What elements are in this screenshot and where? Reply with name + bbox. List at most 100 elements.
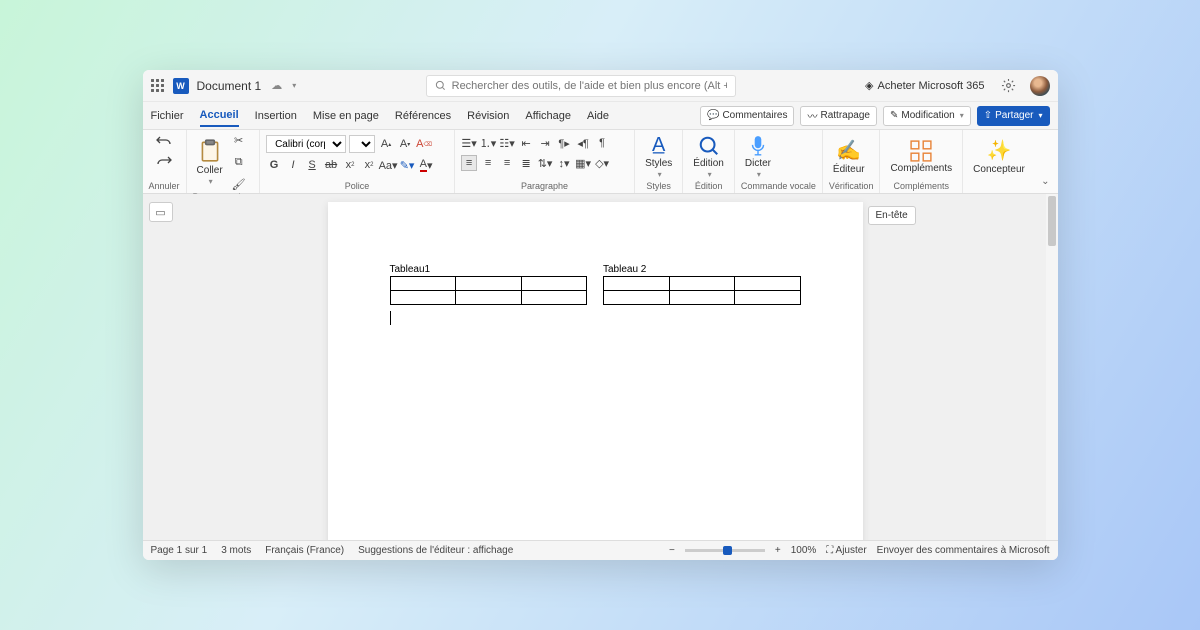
tab-actions: 💬Commentaires 〰Rattrapage ✎Modification▾… bbox=[700, 106, 1050, 126]
settings-gear-icon[interactable] bbox=[1001, 78, 1016, 93]
chevron-down-icon: ▾ bbox=[658, 170, 662, 179]
multilevel-icon[interactable]: ☷▾ bbox=[499, 135, 515, 151]
tab-mise-en-page[interactable]: Mise en page bbox=[313, 106, 379, 126]
bold-icon[interactable]: G bbox=[266, 157, 282, 173]
document-title[interactable]: Document 1 bbox=[197, 79, 262, 93]
editing-button[interactable]: Édition ▾ bbox=[689, 135, 728, 179]
chevron-down-icon: ▾ bbox=[1038, 111, 1042, 120]
ribbon-group-undo: Annuler bbox=[143, 130, 187, 193]
page-counter[interactable]: Page 1 sur 1 bbox=[151, 545, 208, 556]
catchup-button[interactable]: 〰Rattrapage bbox=[800, 106, 876, 126]
table-2[interactable] bbox=[603, 276, 801, 305]
titlebar: W Document 1 ☁ ▾ ◈ Acheter Microsoft 365 bbox=[143, 70, 1058, 102]
zoom-out-icon[interactable]: − bbox=[669, 545, 675, 556]
dictate-button[interactable]: Dicter ▾ bbox=[741, 135, 775, 179]
tab-accueil[interactable]: Accueil bbox=[200, 105, 239, 127]
header-tooltip[interactable]: En-tête bbox=[868, 206, 916, 225]
bullets-icon[interactable]: ☰▾ bbox=[461, 135, 477, 151]
share-button[interactable]: ⇧Partager▾ bbox=[977, 106, 1050, 126]
rtl-icon[interactable]: ◂¶ bbox=[575, 135, 591, 151]
tab-affichage[interactable]: Affichage bbox=[525, 106, 571, 126]
word-online-app: W Document 1 ☁ ▾ ◈ Acheter Microsoft 365… bbox=[143, 70, 1058, 560]
table1-title[interactable]: Tableau1 bbox=[390, 264, 588, 275]
justify-icon[interactable]: ≣ bbox=[518, 155, 534, 171]
table2-title[interactable]: Tableau 2 bbox=[603, 264, 801, 275]
underline-icon[interactable]: S bbox=[304, 157, 320, 173]
vertical-scrollbar[interactable] bbox=[1046, 194, 1058, 540]
undo-icon[interactable] bbox=[155, 132, 173, 150]
decrease-indent-icon[interactable]: ⇤ bbox=[518, 135, 534, 151]
text-cursor bbox=[390, 311, 391, 325]
numbering-icon[interactable]: ⒈▾ bbox=[480, 135, 496, 151]
paste-button[interactable]: Coller ▾ bbox=[193, 138, 227, 186]
word-count[interactable]: 3 mots bbox=[221, 545, 251, 556]
format-painter-icon[interactable]: 🖌 bbox=[231, 176, 247, 192]
app-launcher-icon[interactable] bbox=[151, 79, 165, 93]
document-area: ▭ Tableau1 Tableau 2 bbox=[143, 194, 1058, 540]
ribbon-group-voice: Dicter ▾ Commande vocale bbox=[735, 130, 823, 193]
superscript-icon[interactable]: x2 bbox=[361, 157, 377, 173]
designer-button[interactable]: ✨ Concepteur bbox=[969, 138, 1029, 175]
ribbon-group-check: ✍ Éditeur Vérification bbox=[823, 130, 881, 193]
scroll-thumb[interactable] bbox=[1048, 196, 1056, 246]
editing-mode-button[interactable]: ✎Modification▾ bbox=[883, 106, 971, 126]
cut-icon[interactable]: ✂ bbox=[231, 132, 247, 148]
editor-suggestions[interactable]: Suggestions de l'éditeur : affichage bbox=[358, 545, 513, 556]
zoom-in-icon[interactable]: + bbox=[775, 545, 781, 556]
editor-button[interactable]: ✍ Éditeur bbox=[829, 138, 869, 175]
tab-references[interactable]: Références bbox=[395, 106, 451, 126]
search-box[interactable] bbox=[426, 75, 736, 97]
addins-button[interactable]: Compléments bbox=[886, 140, 956, 174]
chevron-down-icon[interactable]: ▾ bbox=[292, 81, 296, 90]
search-input[interactable] bbox=[452, 80, 727, 92]
change-case-icon[interactable]: Aa▾ bbox=[380, 157, 396, 173]
table-1[interactable] bbox=[390, 276, 588, 305]
redo-icon[interactable] bbox=[155, 152, 173, 170]
search-icon bbox=[435, 80, 446, 91]
tab-aide[interactable]: Aide bbox=[587, 106, 609, 126]
feedback-link[interactable]: Envoyer des commentaires à Microsoft bbox=[877, 545, 1050, 556]
shading-icon[interactable]: ◇▾ bbox=[594, 155, 610, 171]
tables-container: Tableau1 Tableau 2 bbox=[390, 264, 801, 305]
font-color-icon[interactable]: A▾ bbox=[418, 157, 434, 173]
sort-icon[interactable]: ↕▾ bbox=[556, 155, 572, 171]
italic-icon[interactable]: I bbox=[285, 157, 301, 173]
grow-font-icon[interactable]: A▴ bbox=[378, 136, 394, 152]
font-name-select[interactable]: Calibri (corps) bbox=[266, 135, 346, 153]
highlight-icon[interactable]: ✎▾ bbox=[399, 157, 415, 173]
shrink-font-icon[interactable]: A▾ bbox=[397, 136, 413, 152]
zoom-slider[interactable] bbox=[685, 549, 765, 552]
fit-button[interactable]: ⛶ Ajuster bbox=[826, 545, 866, 556]
view-mode-switch[interactable]: ▭ bbox=[149, 202, 173, 222]
catchup-icon: 〰 bbox=[807, 108, 817, 123]
align-right-icon[interactable]: ≡ bbox=[499, 155, 515, 171]
clipboard-icon bbox=[197, 138, 223, 164]
comments-button[interactable]: 💬Commentaires bbox=[700, 106, 794, 126]
collapse-ribbon-icon[interactable]: ⌄ bbox=[1041, 176, 1049, 187]
align-left-icon[interactable]: ≡ bbox=[461, 155, 477, 171]
strikethrough-icon[interactable]: ab bbox=[323, 157, 339, 173]
document-page[interactable]: Tableau1 Tableau 2 bbox=[328, 202, 863, 540]
wand-icon: ✨ bbox=[987, 138, 1012, 163]
language-status[interactable]: Français (France) bbox=[265, 545, 344, 556]
tab-fichier[interactable]: Fichier bbox=[151, 106, 184, 126]
ribbon-group-editing: Édition ▾ Édition bbox=[683, 130, 735, 193]
clear-format-icon[interactable]: A⌫ bbox=[416, 136, 432, 152]
show-marks-icon[interactable]: ¶ bbox=[594, 135, 610, 151]
borders-icon[interactable]: ▦▾ bbox=[575, 155, 591, 171]
subscript-icon[interactable]: x2 bbox=[342, 157, 358, 173]
zoom-level[interactable]: 100% bbox=[791, 545, 817, 556]
tab-insertion[interactable]: Insertion bbox=[255, 106, 297, 126]
buy-m365-button[interactable]: ◈ Acheter Microsoft 365 bbox=[865, 79, 984, 92]
copy-icon[interactable]: ⧉ bbox=[231, 154, 247, 170]
ribbon-group-clipboard: Coller ▾ ✂ ⧉ 🖌 Presse-papiers bbox=[187, 130, 261, 193]
diamond-icon: ◈ bbox=[865, 79, 873, 92]
line-spacing-icon[interactable]: ⇅▾ bbox=[537, 155, 553, 171]
ltr-icon[interactable]: ¶▸ bbox=[556, 135, 572, 151]
styles-button[interactable]: A̲ Styles ▾ bbox=[641, 134, 676, 179]
font-size-select[interactable]: 11 bbox=[349, 135, 375, 153]
increase-indent-icon[interactable]: ⇥ bbox=[537, 135, 553, 151]
align-center-icon[interactable]: ≡ bbox=[480, 155, 496, 171]
tab-revision[interactable]: Révision bbox=[467, 106, 509, 126]
user-avatar[interactable] bbox=[1030, 76, 1050, 96]
